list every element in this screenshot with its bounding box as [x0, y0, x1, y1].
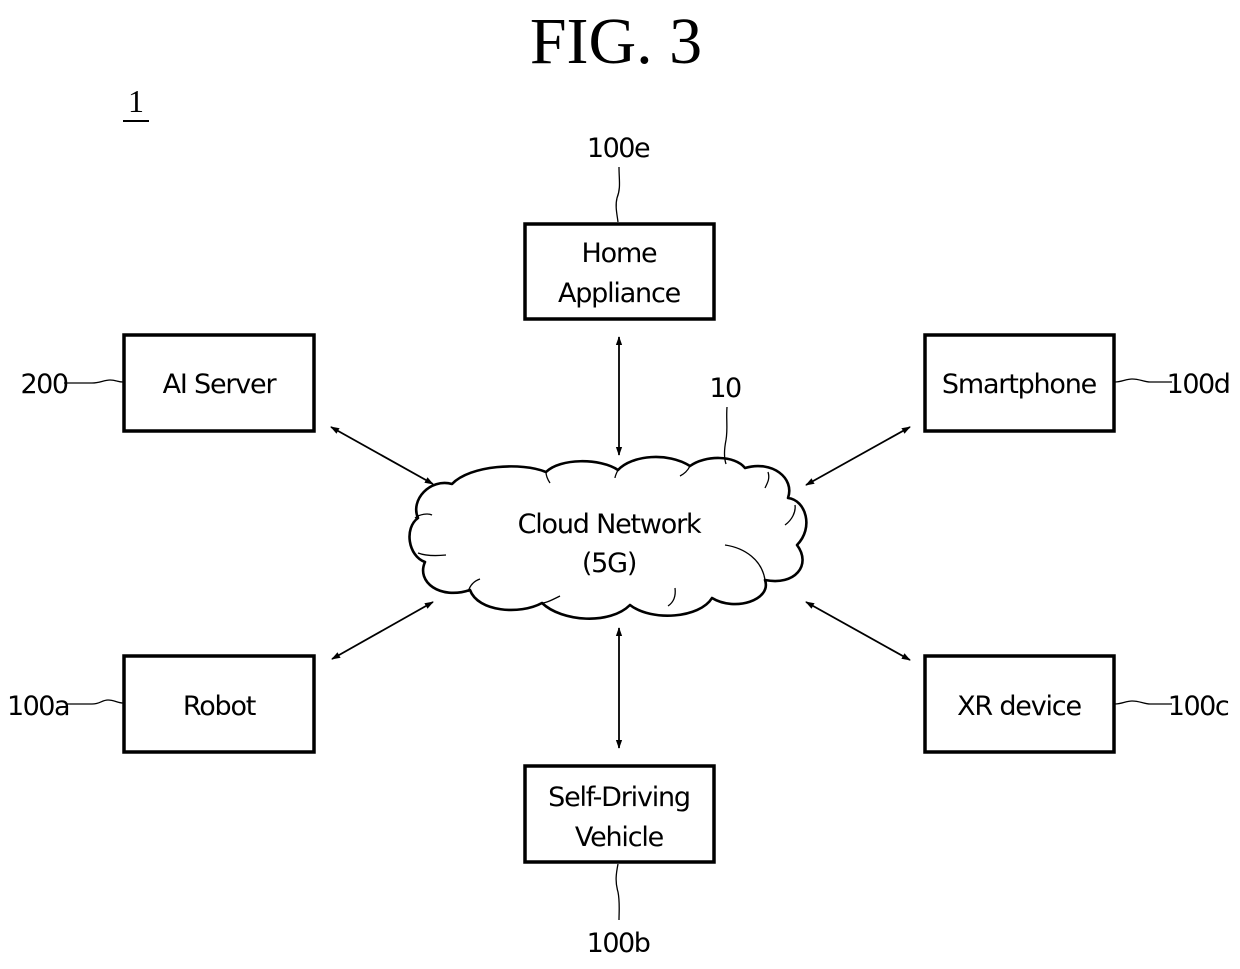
system-label: 1 — [128, 83, 144, 119]
smartphone-label: Smartphone — [942, 369, 1097, 400]
home-appliance-ref: 100e — [587, 133, 650, 164]
node-self-driving-vehicle: Self-Driving Vehicle 100b — [523, 764, 716, 959]
figure-title: FIG. 3 — [530, 5, 702, 78]
arrow-ai-server-cloud — [330, 426, 434, 485]
cloud-network-ref: 10 — [709, 373, 741, 404]
xr-device-ref-leader — [1114, 700, 1172, 705]
smartphone-ref-leader — [1114, 378, 1172, 383]
cloud-network: Cloud Network (5G) 10 — [408, 373, 808, 620]
robot-ref: 100a — [7, 691, 69, 722]
network-diagram: FIG. 3 1 Cloud Network (5G) 10 Home Appl… — [7, 5, 1231, 959]
xr-device-label: XR device — [957, 691, 1081, 722]
node-smartphone: Smartphone 100d — [923, 333, 1231, 433]
self-driving-vehicle-label-line1: Self-Driving — [548, 782, 690, 813]
ai-server-ref: 200 — [20, 369, 67, 400]
ai-server-label: AI Server — [163, 369, 278, 400]
home-appliance-label-line2: Appliance — [558, 278, 681, 309]
robot-ref-leader — [66, 699, 124, 705]
arrow-xr-device-cloud — [805, 601, 911, 661]
cloud-network-label: Cloud Network — [518, 509, 702, 540]
robot-label: Robot — [183, 691, 256, 722]
self-driving-vehicle-label-line2: Vehicle — [575, 822, 664, 853]
home-appliance-ref-leader — [615, 166, 621, 223]
xr-device-ref: 100c — [1168, 691, 1229, 722]
node-xr-device: XR device 100c — [923, 654, 1230, 754]
cloud-network-sublabel: (5G) — [582, 548, 636, 579]
node-ai-server: AI Server 200 — [20, 333, 316, 433]
arrow-smartphone-cloud — [805, 426, 911, 486]
node-home-appliance: Home Appliance 100e — [523, 133, 716, 321]
self-driving-vehicle-ref: 100b — [587, 928, 650, 959]
node-robot: Robot 100a — [7, 654, 316, 754]
smartphone-ref: 100d — [1167, 369, 1230, 400]
home-appliance-label-line1: Home — [582, 238, 658, 269]
arrow-robot-cloud — [331, 601, 434, 660]
self-driving-vehicle-ref-leader — [615, 863, 620, 921]
ai-server-ref-leader — [64, 379, 124, 384]
cloud-network-ref-leader — [723, 406, 728, 465]
